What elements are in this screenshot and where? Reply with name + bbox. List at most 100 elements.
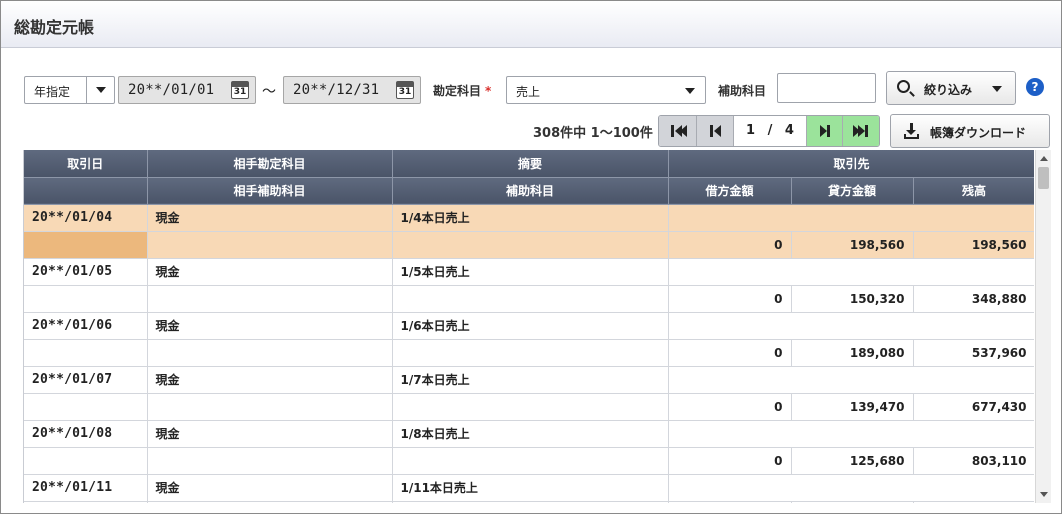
- account-cell: 現金: [147, 420, 393, 448]
- column-header-balance[interactable]: 残高: [913, 177, 1034, 205]
- first-page-button[interactable]: [659, 116, 697, 146]
- period-type-select[interactable]: 年指定: [24, 76, 115, 104]
- row-selector-cell: [24, 231, 148, 259]
- sub-memo-cell: [392, 285, 669, 313]
- row-selector-cell: [24, 339, 148, 367]
- table-row[interactable]: 0 150,320 348,880: [24, 285, 1034, 313]
- column-header-memo[interactable]: 摘要: [392, 150, 669, 178]
- sub-account-cell: [147, 339, 393, 367]
- sub-memo-cell: [392, 339, 669, 367]
- table-row[interactable]: 20**/01/11 現金 1/11本日売上: [24, 474, 1034, 502]
- download-ledger-button[interactable]: 帳簿ダウンロード: [890, 114, 1050, 148]
- credit-cell: 198,560: [791, 231, 914, 259]
- column-header-counter-account[interactable]: 相手勘定科目: [147, 150, 393, 178]
- sub-account-cell: [147, 501, 393, 503]
- table-row[interactable]: 20**/01/07 現金 1/7本日売上: [24, 366, 1034, 394]
- memo-cell: 1/11本日売上: [392, 474, 669, 502]
- table-row[interactable]: 20**/01/05 現金 1/5本日売上: [24, 258, 1034, 286]
- balance-cell: 803,110: [913, 447, 1034, 475]
- date-from-value: 20**/01/01: [128, 82, 215, 98]
- column-header-date[interactable]: 取引日: [24, 150, 148, 178]
- account-cell: 現金: [147, 258, 393, 286]
- account-value: 売上: [516, 85, 541, 99]
- table-scrollbar[interactable]: [1035, 150, 1051, 503]
- required-mark: *: [485, 84, 492, 98]
- general-ledger-window: 総勘定元帳 年指定 20**/01/01 31 ～ 20**/12/31 31 …: [0, 0, 1062, 514]
- partner-cell: [668, 312, 1034, 340]
- record-count: 308件中 1～100件: [533, 126, 653, 141]
- chevron-down-icon: [685, 88, 695, 94]
- table-row[interactable]: 20**/01/08 現金 1/8本日売上: [24, 420, 1034, 448]
- help-icon[interactable]: ?: [1026, 78, 1044, 96]
- date-to-field[interactable]: 20**/12/31 31: [283, 76, 421, 104]
- partner-cell: [668, 420, 1034, 448]
- memo-cell: 1/4本日売上: [392, 204, 669, 232]
- balance-cell: 198,560: [913, 231, 1034, 259]
- credit-cell: 125,680: [791, 447, 914, 475]
- sub-account-input[interactable]: [777, 73, 876, 103]
- table-row[interactable]: 0 189,080 537,960: [24, 339, 1034, 367]
- scroll-up-icon[interactable]: [1040, 156, 1048, 161]
- table-row[interactable]: 0 125,680 803,110: [24, 447, 1034, 475]
- account-cell: 現金: [147, 312, 393, 340]
- date-cell: 20**/01/04: [24, 204, 148, 232]
- date-from-field[interactable]: 20**/01/01 31: [118, 76, 256, 104]
- pagination: 1 / 4: [658, 115, 880, 147]
- balance-cell: 677,430: [913, 393, 1034, 421]
- calendar-icon[interactable]: 31: [396, 81, 414, 99]
- column-header-credit[interactable]: 貸方金額: [791, 177, 914, 205]
- partner-cell: [668, 204, 1034, 232]
- scrollbar-thumb[interactable]: [1038, 167, 1049, 189]
- column-header-counter-sub-account[interactable]: 相手補助科目: [147, 177, 393, 205]
- date-range-separator: ～: [262, 84, 276, 100]
- title-bar: 総勘定元帳: [1, 1, 1061, 48]
- period-type-dropdown-button[interactable]: [86, 77, 114, 103]
- row-selector-cell: [24, 501, 148, 503]
- search-icon: [897, 80, 910, 93]
- partner-cell: [668, 258, 1034, 286]
- sub-memo-cell: [392, 393, 669, 421]
- next-page-button[interactable]: [806, 116, 843, 146]
- account-select[interactable]: 売上: [506, 76, 706, 104]
- table-row[interactable]: 20**/01/06 現金 1/6本日売上: [24, 312, 1034, 340]
- scroll-down-icon[interactable]: [1040, 492, 1048, 497]
- total-pages: 4: [784, 123, 794, 138]
- filter-button[interactable]: 絞り込み: [886, 71, 1016, 105]
- page-indicator: 1 / 4: [734, 116, 806, 146]
- column-header-debit[interactable]: 借方金額: [668, 177, 792, 205]
- memo-cell: 1/7本日売上: [392, 366, 669, 394]
- table-row[interactable]: 0 139,470 677,430: [24, 393, 1034, 421]
- table-row[interactable]: [24, 501, 1034, 503]
- prev-page-button[interactable]: [697, 116, 734, 146]
- chevron-down-icon: [96, 87, 106, 93]
- partner-cell: [668, 474, 1034, 502]
- table-header-row: 取引日 相手勘定科目 摘要 取引先: [24, 150, 1034, 178]
- page-separator: /: [767, 123, 773, 138]
- date-cell: 20**/01/07: [24, 366, 148, 394]
- download-button-label: 帳簿ダウンロード: [930, 126, 1027, 140]
- balance-cell: [913, 501, 1034, 503]
- table-row[interactable]: 0 198,560 198,560: [24, 231, 1034, 259]
- row-selector-cell: [24, 447, 148, 475]
- sub-account-cell: [147, 231, 393, 259]
- column-header-sub-account[interactable]: 補助科目: [392, 177, 669, 205]
- last-page-button[interactable]: [843, 116, 879, 146]
- date-cell: 20**/01/11: [24, 474, 148, 502]
- sub-account-label: 補助科目: [718, 84, 767, 98]
- period-type-value: 年指定: [34, 85, 71, 99]
- debit-cell: [668, 501, 792, 503]
- sub-account-cell: [147, 285, 393, 313]
- calendar-icon[interactable]: 31: [231, 81, 249, 99]
- row-selector-cell: [24, 393, 148, 421]
- memo-cell: 1/5本日売上: [392, 258, 669, 286]
- credit-cell: 150,320: [791, 285, 914, 313]
- table-header-row: 相手補助科目 補助科目 借方金額 貸方金額 残高: [24, 177, 1034, 205]
- current-page: 1: [746, 123, 756, 138]
- column-header-partner[interactable]: 取引先: [668, 150, 1034, 178]
- debit-cell: 0: [668, 231, 792, 259]
- date-cell: 20**/01/06: [24, 312, 148, 340]
- debit-cell: 0: [668, 339, 792, 367]
- filter-button-label: 絞り込み: [924, 83, 973, 97]
- partner-cell: [668, 366, 1034, 394]
- table-row[interactable]: 20**/01/04 現金 1/4本日売上: [24, 204, 1034, 232]
